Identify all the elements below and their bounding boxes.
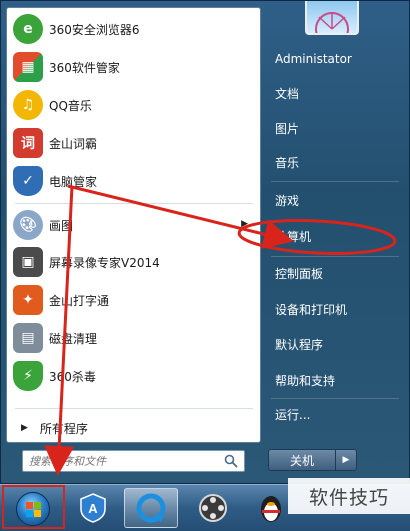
link-documents[interactable]: 文档 <box>269 80 401 106</box>
watermark-text: 软件技巧 <box>288 478 410 514</box>
expand-arrow-icon: ▶ <box>21 423 28 433</box>
program-label: 电脑管家 <box>49 174 98 189</box>
divider <box>15 203 253 204</box>
program-label: 磁盘清理 <box>49 331 98 346</box>
program-kingsoft-dictionary[interactable]: 词 金山词霸 <box>13 125 256 161</box>
browser-icon <box>136 493 166 523</box>
program-label: 360软件管家 <box>49 60 120 75</box>
program-typing[interactable]: ✦ 金山打字通 <box>13 282 256 318</box>
program-360-antivirus[interactable]: ⚡ 360杀毒 <box>13 358 256 394</box>
software-manager-icon: ▦ <box>13 52 43 82</box>
link-music[interactable]: 音乐 <box>269 149 401 175</box>
program-screen-recorder[interactable]: ▣ 屏幕录像专家V2014 <box>13 244 256 280</box>
svg-text:A: A <box>88 501 98 516</box>
divider <box>271 181 399 182</box>
user-avatar[interactable] <box>305 1 359 35</box>
search-icon[interactable] <box>224 454 238 468</box>
link-help-support[interactable]: 帮助和支持 <box>269 367 401 393</box>
program-label: 360杀毒 <box>49 369 96 384</box>
pc-manager-shield-icon: ✓ <box>13 166 43 196</box>
browser-360-icon: e <box>13 14 43 44</box>
all-programs-label: 所有程序 <box>39 421 88 436</box>
paint-icon: 🎨︎ <box>13 210 43 240</box>
program-label: 画图 <box>49 218 74 233</box>
taskbar-browser[interactable] <box>124 488 178 528</box>
program-label: 金山词霸 <box>49 136 98 151</box>
link-run[interactable]: 运行... <box>269 401 401 427</box>
divider <box>15 408 253 409</box>
search-box[interactable] <box>22 450 245 472</box>
taskbar-media-player[interactable] <box>186 488 240 528</box>
program-disk-cleanup[interactable]: ▤ 磁盘清理 <box>13 320 256 356</box>
programs-pane: e 360安全浏览器6 ▦ 360软件管家 ♫ QQ音乐 词 金山词霸 ✓ 电脑… <box>6 7 261 443</box>
shutdown-button[interactable]: 关机 <box>268 449 336 471</box>
disk-cleanup-icon: ▤ <box>13 323 43 353</box>
divider <box>271 398 399 399</box>
antivirus-360-icon: ⚡ <box>13 361 43 391</box>
link-devices-printers[interactable]: 设备和打印机 <box>269 296 401 322</box>
qq-music-icon: ♫ <box>13 90 43 120</box>
link-computer[interactable]: 计算机 <box>269 223 401 249</box>
program-360-software-manager[interactable]: ▦ 360软件管家 <box>13 49 256 85</box>
program-label: QQ音乐 <box>49 98 92 113</box>
chevron-right-icon: ▶ <box>342 455 350 465</box>
program-qq-music[interactable]: ♫ QQ音乐 <box>13 87 256 123</box>
user-name-link[interactable]: Administator <box>269 46 401 72</box>
screen-recorder-icon: ▣ <box>13 247 43 277</box>
program-pc-manager[interactable]: ✓ 电脑管家 <box>13 163 256 199</box>
avatar-picture-icon <box>315 12 349 33</box>
program-label: 屏幕录像专家V2014 <box>49 255 160 270</box>
start-menu: e 360安全浏览器6 ▦ 360软件管家 ♫ QQ音乐 词 金山词霸 ✓ 电脑… <box>0 0 410 484</box>
shutdown-options-button[interactable]: ▶ <box>336 449 357 471</box>
all-programs-button[interactable]: ▶ 所有程序 <box>13 416 256 440</box>
program-360-browser[interactable]: e 360安全浏览器6 <box>13 11 256 47</box>
submenu-arrow-icon[interactable]: ▶ <box>241 219 248 229</box>
media-player-icon <box>199 494 227 522</box>
link-control-panel[interactable]: 控制面板 <box>269 260 401 286</box>
qq-penguin-icon <box>261 496 281 522</box>
program-label: 360安全浏览器6 <box>49 22 140 37</box>
link-games[interactable]: 游戏 <box>269 187 401 213</box>
link-default-programs[interactable]: 默认程序 <box>269 331 401 357</box>
dictionary-icon: 词 <box>13 128 43 158</box>
typing-icon: ✦ <box>13 285 43 315</box>
divider <box>271 256 399 257</box>
app-store-icon: A <box>80 493 106 523</box>
search-input[interactable] <box>29 452 219 470</box>
link-pictures[interactable]: 图片 <box>269 115 401 141</box>
annotation-highlight-box <box>2 485 65 529</box>
program-label: 金山打字通 <box>49 293 110 308</box>
program-paint[interactable]: 🎨︎ 画图 ▶ <box>13 207 256 243</box>
taskbar-app-store[interactable]: A <box>66 488 120 528</box>
